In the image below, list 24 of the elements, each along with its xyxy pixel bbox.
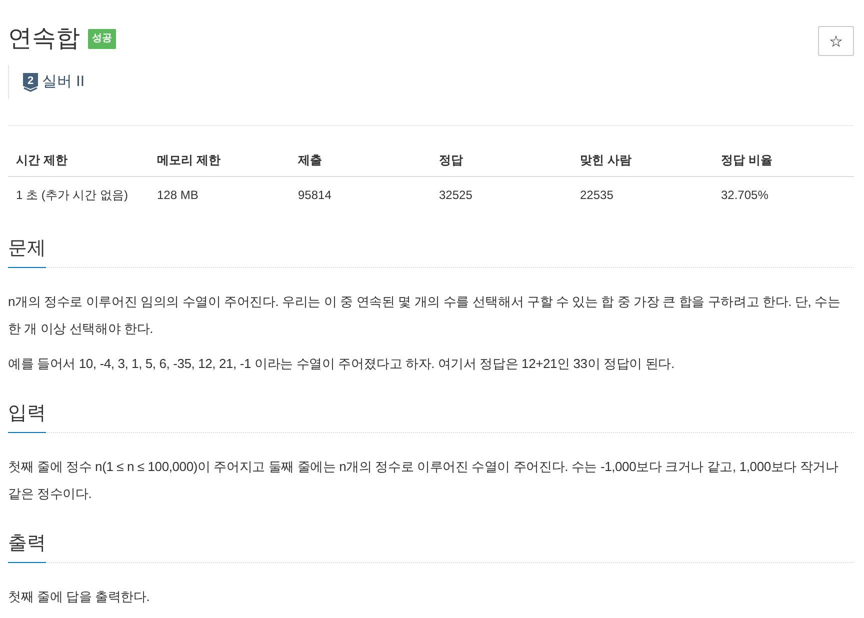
column-header: 제출 [290, 145, 431, 176]
column-header: 정답 [431, 145, 572, 176]
section-paragraph: n개의 정수로 이루어진 임의의 수열이 주어진다. 우리는 이 중 연속된 몇 개의 수를 선택해서 구할 수 있는 합 중 가장 큰 합을 구하려고 한다. 단, 수는 한 개 이상 선택해야 한다. [8, 293, 842, 338]
column-header: 메모리 제한 [149, 145, 290, 176]
section-heading: 출력 [8, 531, 46, 563]
section-paragraph: 첫째 줄에 정수 n(1 ≤ n ≤ 100,000)이 주어지고 둘째 줄에는 n개의 정수로 이루어진 수열이 주어진다. 수는 -1,000보다 크거나 같고, 1,000보다 작거나 같은 정수이다. [8, 458, 840, 503]
favorite-star-button[interactable]: ☆ [818, 26, 854, 56]
table-cell: 32.705% [713, 176, 854, 212]
table-cell: 22535 [572, 176, 713, 212]
result-badge: 성공 [88, 29, 116, 49]
table-cell: 32525 [431, 176, 572, 212]
section-heading: 문제 [8, 236, 46, 268]
problem-title: 연속합 [8, 24, 80, 54]
column-header: 시간 제한 [8, 145, 149, 176]
tier-badge-icon: 2 [23, 72, 38, 92]
table-cell: 95814 [290, 176, 431, 212]
column-header: 정답 비율 [713, 145, 854, 176]
table-cell: 128 MB [149, 176, 290, 212]
section-paragraph: 첫째 줄에 답을 출력한다. [8, 588, 151, 606]
table-cell: 1 초 (추가 시간 없음) [8, 176, 149, 212]
tier-label: 실버 II [42, 72, 85, 92]
section-paragraph: 예를 들어서 10, -4, 3, 1, 5, 6, -35, 12, 21, -1 이라는 수열이 주어졌다고 하자. 여기서 정답은 12+21인 33이 정답이 된다. [8, 355, 676, 373]
column-header: 맞힌 사람 [572, 145, 713, 176]
section-heading: 입력 [8, 401, 46, 433]
